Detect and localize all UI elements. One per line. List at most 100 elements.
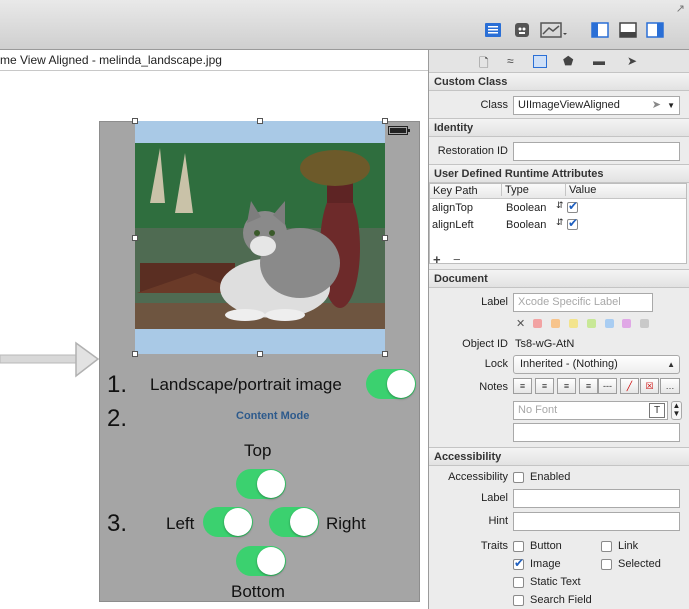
resize-handle[interactable] bbox=[257, 351, 263, 357]
resize-handle[interactable] bbox=[132, 351, 138, 357]
no-color-icon[interactable]: ╱ bbox=[620, 378, 639, 394]
left-switch[interactable] bbox=[203, 507, 253, 537]
battery-icon bbox=[388, 126, 410, 135]
identity-inspector-icon[interactable] bbox=[533, 55, 547, 68]
utilities-toggle-icon[interactable] bbox=[644, 20, 666, 40]
column-type[interactable]: Type bbox=[501, 184, 529, 196]
accessibility-enabled-label: Enabled bbox=[530, 471, 571, 483]
step-number: 2. bbox=[107, 405, 128, 432]
column-value[interactable]: Value bbox=[565, 184, 596, 196]
trait-static-text-label: Static Text bbox=[530, 576, 581, 588]
document-label-placeholder: Xcode Specific Label bbox=[518, 296, 621, 308]
align-center-icon[interactable]: ≡ bbox=[535, 378, 554, 394]
label-color-orange[interactable] bbox=[551, 319, 560, 328]
label-color-green[interactable] bbox=[587, 319, 596, 328]
resize-handle[interactable] bbox=[132, 235, 138, 241]
more-options-icon[interactable]: … bbox=[660, 378, 680, 394]
font-size-stepper[interactable]: ▲ ▼ bbox=[671, 401, 682, 420]
table-row-key[interactable]: alignTop bbox=[432, 202, 473, 214]
accessibility-label-label: Label bbox=[481, 492, 508, 504]
label-color-gray[interactable] bbox=[640, 319, 649, 328]
lock-popup[interactable]: Inherited - (Nothing) ▲ bbox=[513, 355, 680, 374]
accessibility-label-field[interactable] bbox=[513, 489, 680, 508]
label-color-yellow[interactable] bbox=[569, 319, 578, 328]
landscape-portrait-switch[interactable] bbox=[366, 369, 416, 399]
standard-editor-icon[interactable] bbox=[482, 20, 504, 40]
quick-help-icon[interactable]: ≈ bbox=[507, 54, 514, 68]
resize-handle[interactable] bbox=[257, 118, 263, 124]
trait-image-checkbox[interactable] bbox=[513, 556, 524, 570]
traits-label: Traits bbox=[480, 540, 508, 552]
align-right-icon[interactable]: ≡ bbox=[557, 378, 576, 394]
notes-text-field[interactable] bbox=[513, 423, 680, 442]
attributes-inspector-icon[interactable]: ⬟ bbox=[563, 54, 573, 68]
top-switch[interactable] bbox=[236, 469, 286, 499]
assistant-editor-icon[interactable] bbox=[511, 20, 533, 40]
align-natural-icon[interactable]: --- bbox=[598, 378, 617, 394]
trait-static-text-checkbox[interactable] bbox=[513, 577, 524, 588]
runtime-attributes-header[interactable]: User Defined Runtime Attributes bbox=[429, 164, 689, 183]
top-label: Top bbox=[244, 441, 272, 460]
go-to-class-icon[interactable]: ➤ bbox=[652, 97, 661, 114]
object-id-label: Object ID bbox=[462, 338, 508, 350]
accessibility-hint-field[interactable] bbox=[513, 512, 680, 531]
bottom-switch[interactable] bbox=[236, 546, 286, 576]
accessibility-header[interactable]: Accessibility bbox=[429, 447, 689, 466]
trait-button-label: Button bbox=[530, 540, 562, 552]
column-key-path[interactable]: Key Path bbox=[433, 185, 478, 197]
resize-handle[interactable] bbox=[382, 351, 388, 357]
jump-bar[interactable]: me View Aligned - melinda_landscape.jpg bbox=[0, 50, 428, 71]
navigator-toggle-icon[interactable] bbox=[589, 20, 611, 40]
content-mode-button[interactable]: Content Mode bbox=[236, 410, 309, 422]
right-switch[interactable] bbox=[269, 507, 319, 537]
label-color-red[interactable] bbox=[533, 319, 542, 328]
align-top-value-checkbox[interactable] bbox=[567, 199, 578, 213]
resize-handle[interactable] bbox=[382, 118, 388, 124]
connections-inspector-icon[interactable]: ➤ bbox=[627, 54, 637, 68]
custom-class-header[interactable]: Custom Class bbox=[429, 72, 689, 91]
class-value: UIImageViewAligned bbox=[518, 99, 620, 111]
align-left-icon[interactable]: ≡ bbox=[513, 378, 532, 394]
landscape-portrait-label: Landscape/portrait image bbox=[150, 375, 342, 394]
resize-handle[interactable] bbox=[132, 118, 138, 124]
trait-button-checkbox[interactable] bbox=[513, 541, 524, 552]
table-row-key[interactable]: alignLeft bbox=[432, 219, 474, 231]
version-editor-icon[interactable] bbox=[539, 20, 569, 40]
trait-selected-checkbox[interactable] bbox=[601, 559, 612, 570]
table-row-type[interactable]: Boolean bbox=[506, 202, 546, 214]
no-background-icon[interactable]: ☒ bbox=[640, 378, 659, 394]
identity-header[interactable]: Identity bbox=[429, 118, 689, 137]
add-attribute-button[interactable]: + bbox=[433, 252, 441, 267]
jump-bar-path[interactable]: me View Aligned - melinda_landscape.jpg bbox=[0, 53, 222, 67]
class-combo-box[interactable]: UIImageViewAligned ➤ ▼ bbox=[513, 96, 680, 115]
accessibility-label: Accessibility bbox=[448, 471, 508, 483]
remove-attribute-button[interactable]: − bbox=[453, 252, 461, 267]
chevron-updown-icon: ▲ bbox=[667, 360, 675, 369]
document-label-field[interactable]: Xcode Specific Label bbox=[513, 293, 653, 312]
table-row-type[interactable]: Boolean bbox=[506, 219, 546, 231]
label-color-blue[interactable] bbox=[605, 319, 614, 328]
debug-area-toggle-icon[interactable] bbox=[617, 20, 639, 40]
font-picker-icon[interactable]: T bbox=[649, 403, 665, 418]
chevron-down-icon[interactable]: ▼ bbox=[667, 97, 675, 114]
stepper-icon[interactable]: ⇵ bbox=[556, 217, 564, 228]
label-color-purple[interactable] bbox=[622, 319, 631, 328]
notes-font-field[interactable]: No Font T bbox=[513, 401, 668, 420]
align-left-value-checkbox[interactable] bbox=[567, 216, 578, 230]
size-inspector-icon[interactable]: ▬ bbox=[593, 54, 605, 68]
trait-link-checkbox[interactable] bbox=[601, 541, 612, 552]
cat-photo-image bbox=[135, 143, 385, 329]
restoration-id-field[interactable] bbox=[513, 142, 680, 161]
step-number: 1. bbox=[107, 371, 128, 398]
fullscreen-icon[interactable]: ↗ bbox=[676, 2, 685, 15]
align-justify-icon[interactable]: ≡ bbox=[579, 378, 598, 394]
left-label: Left bbox=[166, 514, 195, 533]
stepper-icon[interactable]: ⇵ bbox=[556, 200, 564, 211]
step-number: 3. bbox=[107, 510, 128, 537]
clear-color-icon[interactable]: ✕ bbox=[516, 317, 525, 330]
trait-link-label: Link bbox=[618, 540, 639, 552]
resize-handle[interactable] bbox=[382, 235, 388, 241]
trait-search-field-checkbox[interactable] bbox=[513, 595, 524, 606]
accessibility-enabled-checkbox[interactable] bbox=[513, 472, 524, 483]
document-header[interactable]: Document bbox=[429, 269, 689, 288]
